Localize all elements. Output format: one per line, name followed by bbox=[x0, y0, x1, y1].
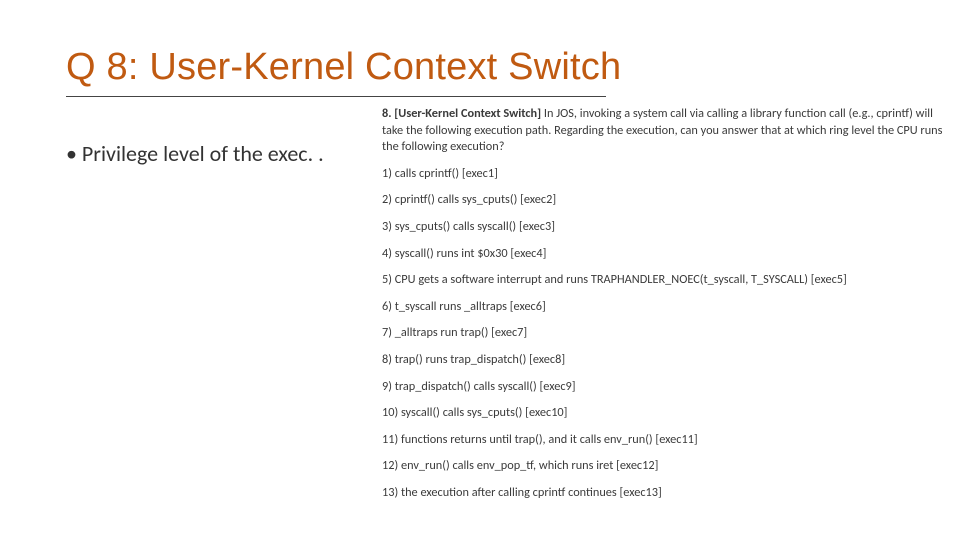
step-6: 6) t_syscall runs _alltraps [exec6] bbox=[382, 299, 944, 316]
step-3: 3) sys_cputs() calls syscall() [exec3] bbox=[382, 219, 944, 236]
step-10: 10) syscall() calls sys_cputs() [exec10] bbox=[382, 405, 944, 422]
slide: Q 8: User-Kernel Context Switch • Privil… bbox=[0, 0, 960, 540]
question-intro-bold: 8. [User-Kernel Context Switch] bbox=[382, 106, 544, 121]
title-underline bbox=[66, 96, 606, 97]
step-9: 9) trap_dispatch() calls syscall() [exec… bbox=[382, 379, 944, 396]
step-8: 8) trap() runs trap_dispatch() [exec8] bbox=[382, 352, 944, 369]
step-11: 11) functions returns until trap(), and … bbox=[382, 432, 944, 449]
step-5: 5) CPU gets a software interrupt and run… bbox=[382, 272, 944, 289]
bullet-line: • Privilege level of the exec. . bbox=[66, 140, 324, 167]
step-2: 2) cprintf() calls sys_cputs() [exec2] bbox=[382, 192, 944, 209]
step-12: 12) env_run() calls env_pop_tf, which ru… bbox=[382, 458, 944, 475]
step-1: 1) calls cprintf() [exec1] bbox=[382, 166, 944, 183]
step-7: 7) _alltraps run trap() [exec7] bbox=[382, 325, 944, 342]
step-4: 4) syscall() runs int $0x30 [exec4] bbox=[382, 246, 944, 263]
slide-title: Q 8: User-Kernel Context Switch bbox=[66, 46, 621, 89]
bullet-text: • Privilege level of the exec. . bbox=[66, 140, 324, 167]
question-intro: 8. [User-Kernel Context Switch] In JOS, … bbox=[382, 106, 944, 156]
question-body: 8. [User-Kernel Context Switch] In JOS, … bbox=[382, 106, 944, 512]
step-13: 13) the execution after calling cprintf … bbox=[382, 485, 944, 502]
